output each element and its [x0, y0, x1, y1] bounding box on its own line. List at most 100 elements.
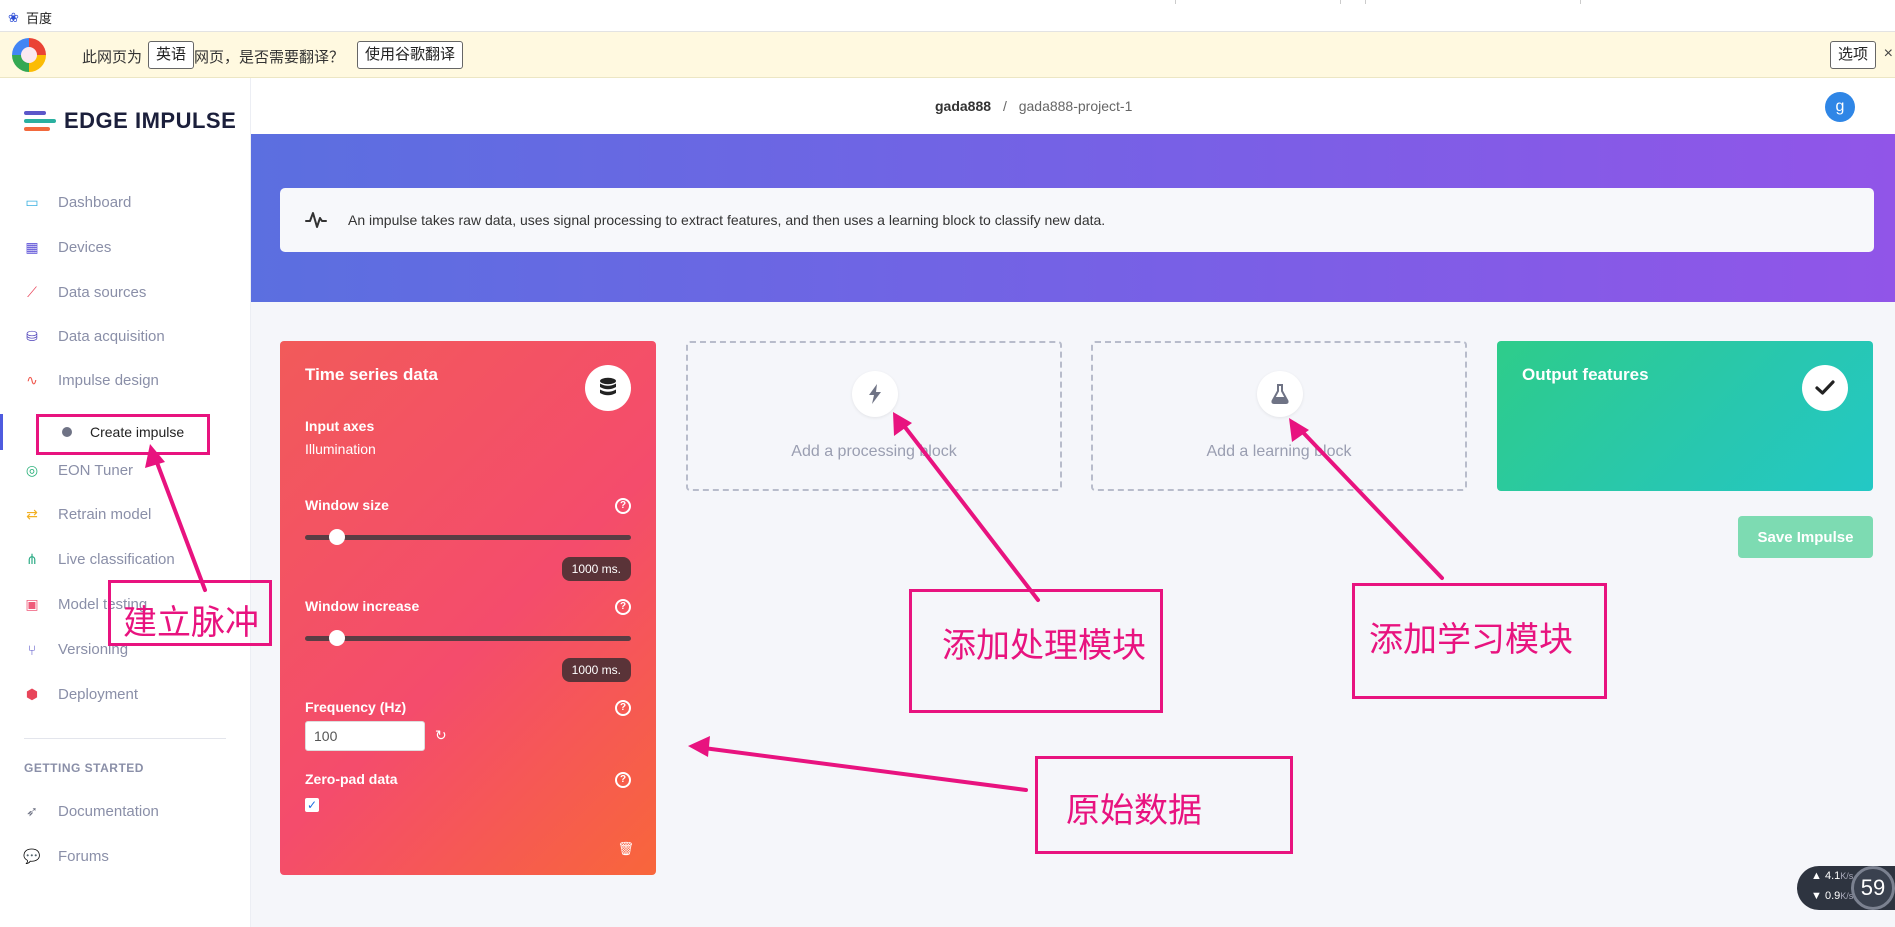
sidebar-item-label: Impulse design — [58, 372, 159, 389]
sidebar-item-impulse-design[interactable]: ∿ Impulse design — [24, 372, 159, 389]
breadcrumb-user[interactable]: gada888 — [935, 98, 991, 114]
tab-divider — [1580, 0, 1581, 4]
input-axes-label: Input axes — [305, 418, 375, 434]
window-size-slider[interactable] — [305, 529, 631, 545]
window-size-value: 1000 ms. — [561, 557, 631, 581]
checkmark-icon — [1802, 365, 1848, 411]
tab-divider — [1340, 0, 1341, 4]
tab-title: 百度 — [26, 11, 53, 26]
sidebar-item-label: Data sources — [58, 284, 147, 301]
refresh-icon[interactable]: ↻ — [435, 727, 447, 744]
sidebar-item-retrain-model[interactable]: ⇄ Retrain model — [24, 506, 151, 523]
compass-icon: ◎ — [25, 462, 39, 478]
chat-icon: 💬 — [23, 848, 41, 864]
window-size-label: Window size — [305, 497, 389, 513]
sidebar-item-eon-tuner[interactable]: ◎ EON Tuner — [24, 462, 133, 479]
output-features-block: Output features — [1497, 341, 1873, 491]
sidebar-item-label: Devices — [58, 239, 112, 256]
sidebar-item-label: Live classification — [58, 551, 175, 568]
language-button[interactable]: 英语 — [148, 41, 195, 69]
window-increase-slider[interactable] — [305, 630, 631, 646]
add-learning-block[interactable]: Add a learning block — [1091, 341, 1467, 491]
arrow-to-raw-data — [694, 745, 1028, 792]
translate-options-button[interactable]: 选项 — [1830, 41, 1877, 69]
wand-icon: ⟋ — [27, 284, 37, 300]
top-header: gada888 / gada888-project-1 g — [251, 78, 1895, 134]
google-translate-logo-icon — [12, 38, 46, 72]
clipboard-check-icon: ▣ — [25, 596, 39, 612]
breadcrumb-separator: / — [1002, 98, 1007, 114]
trash-icon[interactable]: 🗑 — [617, 841, 634, 857]
sidebar-item-dashboard[interactable]: ▭ Dashboard — [24, 194, 131, 211]
shuffle-icon: ⇄ — [26, 506, 38, 522]
annotation-highlight-box — [36, 414, 210, 455]
translate-question: 网页，是否需要翻译？ — [194, 49, 345, 66]
database-icon: ⛁ — [26, 328, 38, 344]
sidebar-item-data-acquisition[interactable]: ⛁ Data acquisition — [24, 328, 165, 345]
annotation-create-pulse: 建立脉冲 — [123, 603, 259, 643]
sidebar-item-label: Retrain model — [58, 506, 152, 523]
annotation-add-processing-box: 添加处理模块 — [909, 589, 1163, 713]
help-icon[interactable]: ? — [615, 498, 631, 514]
browser-tab[interactable]: ❀ 百度 — [8, 8, 52, 27]
lightning-icon — [852, 371, 898, 417]
zero-pad-checkbox[interactable]: ✓ — [305, 798, 319, 812]
annotation-add-learning-box: 添加学习模块 — [1352, 583, 1607, 699]
tab-divider — [1365, 0, 1366, 4]
sidebar-item-label: Forums — [58, 848, 109, 865]
upload-speed: ▲ 4.1K/s — [1811, 870, 1854, 882]
rocket-icon: ➶ — [26, 803, 38, 819]
breadcrumb: gada888 / gada888-project-1 — [935, 98, 1132, 114]
add-processing-block[interactable]: Add a processing block — [686, 341, 1062, 491]
avatar[interactable]: g — [1825, 92, 1855, 122]
processing-block-label: Add a processing block — [791, 443, 957, 460]
breadcrumb-project[interactable]: gada888-project-1 — [1019, 98, 1133, 114]
help-icon[interactable]: ? — [615, 599, 631, 615]
sidebar-item-live-classification[interactable]: ⋔ Live classification — [24, 551, 175, 568]
pulse-icon: ∿ — [26, 372, 38, 388]
section-heading: GETTING STARTED — [24, 761, 144, 775]
time-series-block: Time series data Input axes Illumination… — [280, 341, 656, 875]
sidebar-item-label: Dashboard — [58, 194, 132, 211]
sidebar-item-data-sources[interactable]: ⟋ Data sources — [24, 284, 146, 301]
chip-icon: ▦ — [25, 239, 39, 255]
sidebar-item-label: Data acquisition — [58, 328, 165, 345]
branch-icon: ⋔ — [26, 551, 38, 567]
annotation-raw-data-box: 原始数据 — [1035, 756, 1293, 854]
sidebar-item-forums[interactable]: 💬 Forums — [23, 848, 109, 865]
learning-block-label: Add a learning block — [1206, 443, 1352, 460]
translate-close-icon[interactable]: × — [1884, 45, 1893, 63]
sidebar-item-deployment[interactable]: ⬢ Deployment — [24, 686, 138, 703]
check-icon: ✓ — [306, 798, 318, 812]
download-speed: ▼ 0.9K/s — [1811, 890, 1854, 902]
tab-divider — [1175, 0, 1176, 4]
google-translate-button[interactable]: 使用谷歌翻译 — [357, 41, 464, 69]
sidebar-item-documentation[interactable]: ➶ Documentation — [24, 803, 159, 820]
frequency-input[interactable] — [305, 721, 425, 751]
help-icon[interactable]: ? — [615, 772, 631, 788]
brand-name: EDGE IMPULSE — [64, 108, 237, 133]
sidebar: EDGE IMPULSE ▭ Dashboard ▦ Devices ⟋ Data sou… — [0, 78, 251, 927]
help-icon[interactable]: ? — [615, 700, 631, 716]
zero-pad-label: Zero-pad data — [305, 771, 398, 787]
brand-logo[interactable]: EDGE IMPULSE — [24, 108, 236, 134]
sidebar-divider — [24, 738, 226, 739]
fork-icon: ⑂ — [27, 641, 37, 658]
annotation-add-learning: 添加学习模块 — [1369, 620, 1573, 660]
window-increase-label: Window increase — [305, 598, 420, 614]
download-value: 0.9 — [1824, 890, 1841, 902]
sidebar-item-label: EON Tuner — [58, 462, 134, 479]
unit-label: K/s — [1840, 871, 1854, 881]
pulse-icon — [305, 212, 327, 228]
baidu-paw-icon: ❀ — [8, 9, 19, 25]
slider-handle[interactable] — [329, 630, 345, 646]
flask-icon — [1257, 371, 1303, 417]
slider-handle[interactable] — [329, 529, 345, 545]
annotation-raw-data: 原始数据 — [1066, 791, 1202, 831]
net-speed-widget[interactable]: ▲ 4.1K/s ▼ 0.9K/s 59 — [1797, 866, 1895, 910]
info-message: An impulse takes raw data, uses signal p… — [348, 212, 1106, 228]
save-impulse-button[interactable]: Save Impulse — [1738, 516, 1873, 558]
cpu-percent: 59 — [1851, 866, 1895, 910]
window-increase-value: 1000 ms. — [561, 658, 631, 682]
sidebar-item-devices[interactable]: ▦ Devices — [24, 239, 111, 256]
